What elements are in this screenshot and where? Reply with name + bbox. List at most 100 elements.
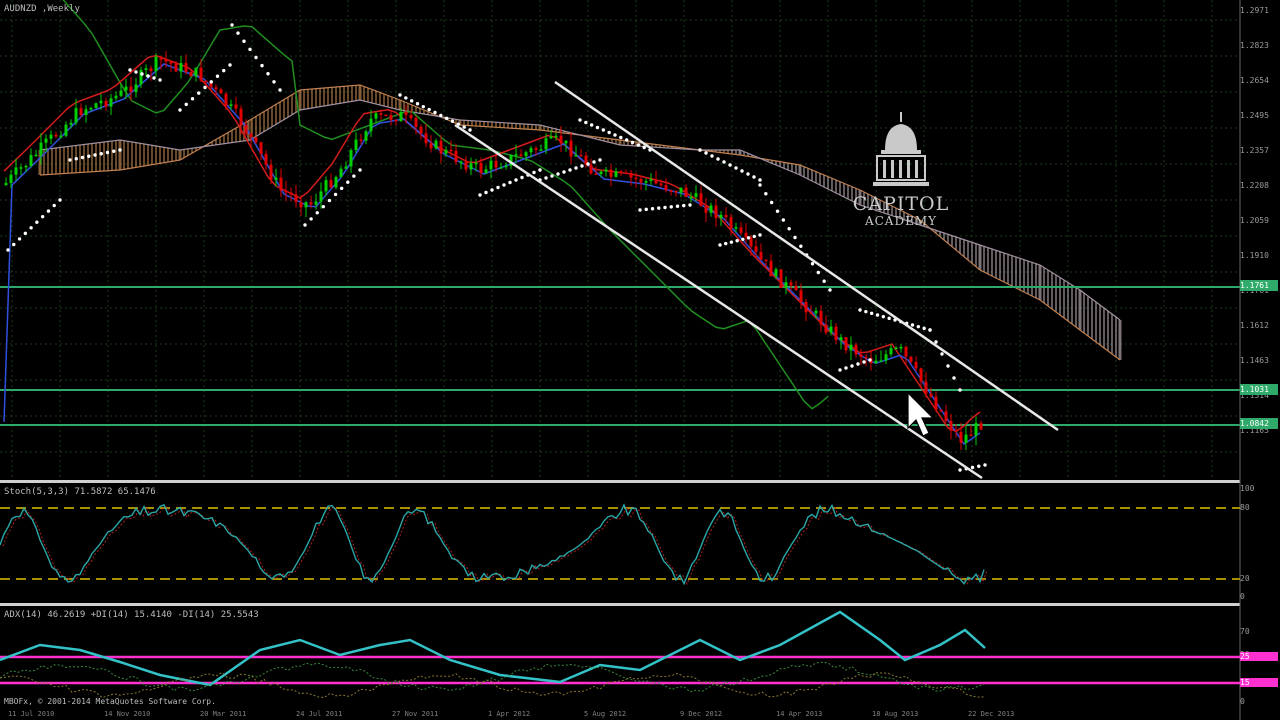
chart-window[interactable]: AUDNZD ,Weekly Stoch(5,3,3) 71.5872 65.1… xyxy=(0,0,1280,720)
candle-body xyxy=(569,140,573,157)
sar-dot xyxy=(580,164,584,168)
candle-body xyxy=(914,361,918,369)
sar-dot xyxy=(228,63,232,67)
sar-dot xyxy=(315,211,319,215)
sar-dot xyxy=(875,313,880,317)
candle-body xyxy=(319,191,323,202)
sar-dot xyxy=(850,364,854,368)
sar-dot xyxy=(928,328,932,332)
sar-dot xyxy=(178,108,182,112)
sar-dot xyxy=(752,175,756,179)
time-label: 22 Dec 2013 xyxy=(968,710,1015,718)
sar-dot xyxy=(427,107,431,112)
sar-dot xyxy=(734,166,738,170)
candle-body xyxy=(684,187,688,197)
time-label: 27 Nov 2011 xyxy=(392,710,439,718)
sar-dot xyxy=(544,176,548,180)
sar-dot xyxy=(675,204,680,208)
sar-dot xyxy=(203,85,207,90)
sar-dot xyxy=(433,110,437,115)
sar-dot xyxy=(532,170,536,175)
sar-dot xyxy=(592,160,596,164)
adx-level-label: 15 xyxy=(1240,678,1278,687)
candle-body xyxy=(614,171,618,177)
sar-dot xyxy=(728,163,732,167)
candle-body xyxy=(534,148,538,150)
candle-body xyxy=(454,150,458,163)
sar-dot xyxy=(520,175,524,180)
stoch-level-label: 0 xyxy=(1240,592,1245,601)
stoch-header: Stoch(5,3,3) 71.5872 65.1476 xyxy=(4,487,156,497)
stoch-level-label: 80 xyxy=(1240,503,1250,512)
sar-dot xyxy=(574,166,578,170)
candle-body xyxy=(274,177,278,180)
candle-body xyxy=(829,326,833,333)
candle-body xyxy=(179,63,183,72)
candle-body xyxy=(714,205,718,219)
candle-body xyxy=(794,285,798,291)
sar-dot xyxy=(514,178,518,182)
adx-level-label: 70 xyxy=(1240,627,1250,636)
copyright: MBOFx, © 2001-2014 MetaQuotes Software C… xyxy=(4,697,216,706)
sar-dot xyxy=(6,248,10,252)
candle-body xyxy=(864,356,868,359)
sar-dot xyxy=(146,74,150,78)
candle-body xyxy=(824,324,828,333)
candle-body xyxy=(934,396,938,410)
adx-panel xyxy=(0,610,1240,699)
sar-dot xyxy=(80,155,85,160)
sar-dot xyxy=(758,233,762,237)
candle-body xyxy=(649,179,653,182)
candle-body xyxy=(14,167,18,175)
chart-title: AUDNZD ,Weekly xyxy=(4,4,80,14)
candle-body xyxy=(894,347,898,350)
sar-dot xyxy=(642,145,646,150)
candle-body xyxy=(674,190,678,193)
candle-body xyxy=(124,86,128,91)
sar-dot xyxy=(769,200,774,205)
candle-body xyxy=(724,214,728,218)
candle-body xyxy=(99,100,103,104)
sar-dot xyxy=(339,186,344,191)
candle-body xyxy=(489,160,493,170)
stoch-d-line xyxy=(2,505,988,586)
candle-body xyxy=(859,354,863,357)
sar-dot xyxy=(278,88,282,92)
candle-body xyxy=(544,138,548,150)
sar-dot xyxy=(93,153,97,157)
candle-body xyxy=(504,165,508,168)
sar-dot xyxy=(462,125,466,129)
sar-dot xyxy=(46,209,51,213)
candle-body xyxy=(159,56,163,60)
sar-dot xyxy=(584,120,588,125)
minus-di-line xyxy=(0,671,985,699)
candle-body xyxy=(669,190,673,192)
candle-body xyxy=(154,56,158,72)
candle-body xyxy=(574,154,578,157)
candle-body xyxy=(219,89,223,94)
sar-dot xyxy=(682,203,686,208)
sar-dot xyxy=(236,31,240,35)
candle-body xyxy=(764,259,768,262)
candle-body xyxy=(819,310,823,325)
sar-dot xyxy=(934,340,938,344)
candle-body xyxy=(969,434,973,437)
candle-body xyxy=(64,124,68,136)
sar-dot xyxy=(799,244,803,248)
candle-body xyxy=(449,149,453,152)
candle-body xyxy=(884,354,888,361)
channel-upper-line xyxy=(554,80,1059,432)
candle-body xyxy=(104,100,108,107)
candle-body xyxy=(119,90,123,96)
candle-body xyxy=(459,161,463,164)
candle-body xyxy=(409,115,413,119)
sar-dot xyxy=(444,116,449,121)
candle-body xyxy=(769,260,773,277)
sar-dot xyxy=(409,99,414,103)
sar-dot xyxy=(844,366,848,370)
candle-body xyxy=(184,63,188,72)
sar-dot xyxy=(74,157,78,161)
candle-body xyxy=(254,137,258,143)
candle-body xyxy=(549,136,553,139)
sar-dot xyxy=(586,162,590,166)
